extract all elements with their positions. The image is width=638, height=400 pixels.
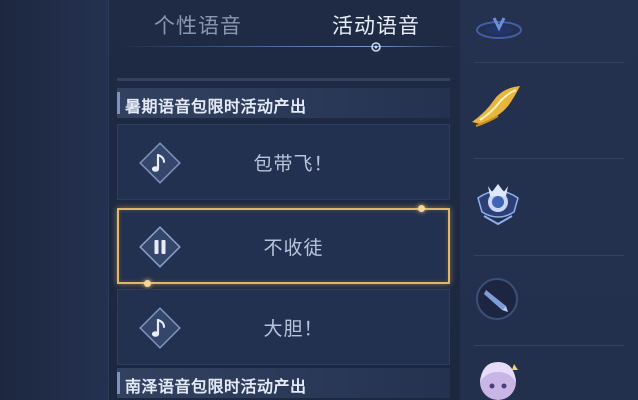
section-header-nanze: 南泽语音包限时活动产出: [117, 368, 450, 398]
item-divider: [474, 158, 624, 159]
voice-label: 包带飞！: [253, 153, 334, 175]
voice-item[interactable]: 大胆！: [117, 289, 450, 365]
voice-label: 不收徒: [263, 237, 324, 259]
active-tab-indicator-icon: [371, 42, 381, 52]
golden-wing-icon[interactable]: [468, 82, 524, 132]
glow-dot: [418, 205, 425, 212]
voice-label: 大胆！: [263, 318, 324, 340]
section-title: 暑期语音包限时活动产出: [125, 97, 307, 116]
emblem-icon[interactable]: [474, 12, 524, 42]
tab-bar: 个性语音 活动语音: [108, 0, 460, 56]
section-header-summer: 暑期语音包限时活动产出: [117, 88, 450, 118]
tab-activity-voice[interactable]: 活动语音: [332, 10, 420, 40]
list-top-divider: [117, 78, 450, 81]
voice-item-selected[interactable]: 不收徒: [117, 205, 450, 287]
hero-avatar-icon[interactable]: [470, 358, 526, 400]
item-divider: [474, 255, 624, 256]
item-divider: [474, 345, 624, 346]
glow-dot: [144, 280, 151, 287]
tab-personal-voice[interactable]: 个性语音: [154, 10, 242, 40]
sword-token-icon[interactable]: [474, 276, 520, 322]
crown-badge-icon[interactable]: [472, 176, 524, 228]
section-marker: [117, 372, 120, 394]
left-background: [0, 0, 108, 400]
item-divider: [474, 62, 624, 63]
section-title: 南泽语音包限时活动产出: [125, 377, 307, 396]
tab-underline: [118, 46, 458, 47]
right-item-column: [460, 0, 638, 400]
section-marker: [117, 92, 120, 114]
voice-item[interactable]: 包带飞！: [117, 124, 450, 200]
